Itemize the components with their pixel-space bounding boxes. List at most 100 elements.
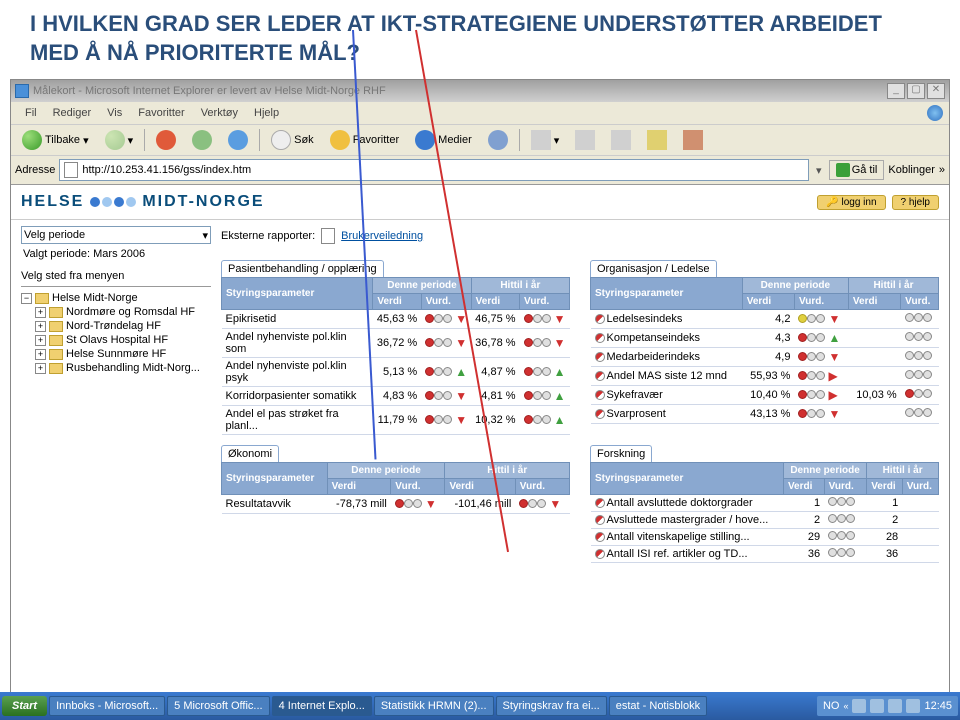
login-button[interactable]: 🔑 logg inn xyxy=(817,195,885,210)
folder-icon xyxy=(49,307,63,318)
status-ring-icon xyxy=(595,549,605,559)
tree-item[interactable]: +St Olavs Hospital HF xyxy=(35,333,211,347)
favorites-button[interactable]: Favoritter xyxy=(323,127,406,153)
period-select[interactable]: Velg periode ▾ xyxy=(21,226,211,244)
close-button[interactable]: ✕ xyxy=(927,83,945,99)
status-ring-icon xyxy=(595,515,605,525)
taskbar: Start Innboks - Microsoft... 5 Microsoft… xyxy=(0,692,960,720)
titlebar: Målekort - Microsoft Internet Explorer e… xyxy=(11,80,949,102)
links-chevron-icon[interactable]: » xyxy=(939,164,945,176)
print-button[interactable] xyxy=(568,127,602,153)
section-title: Pasientbehandling / opplæring xyxy=(221,260,384,277)
maximize-button[interactable]: ▢ xyxy=(907,83,925,99)
table-row[interactable]: Resultatavvik-78,73 mill ▼-101,46 mill ▼ xyxy=(222,495,570,514)
clock[interactable]: 12:45 xyxy=(924,700,952,712)
task-btn[interactable]: estat - Notisblokk xyxy=(609,696,707,716)
table-row[interactable]: Antall ISI ref. artikler og TD...3636 xyxy=(591,546,939,563)
table-row[interactable]: Andel MAS siste 12 mnd55,93 % ▶ xyxy=(591,367,939,386)
status-ring-icon xyxy=(595,532,605,542)
brand-bar: HELSE MIDT-NORGE 🔑 logg inn ? hjelp xyxy=(11,185,949,220)
menu-hjelp[interactable]: Hjelp xyxy=(246,105,287,121)
org-rows: Ledelsesindeks4,2 ▼Kompetanseindeks4,3 ▲… xyxy=(591,310,939,424)
table-row[interactable]: Avsluttede mastergrader / hove...22 xyxy=(591,512,939,529)
search-button[interactable]: Søk xyxy=(264,127,321,153)
minimize-button[interactable]: _ xyxy=(887,83,905,99)
tree-item[interactable]: +Nordmøre og Romsdal HF xyxy=(35,305,211,319)
stop-button[interactable] xyxy=(149,127,183,153)
menu-fil[interactable]: Fil xyxy=(17,105,45,121)
folder-icon xyxy=(35,293,49,304)
start-button[interactable]: Start xyxy=(2,696,47,716)
menu-rediger[interactable]: Rediger xyxy=(45,105,100,121)
folder-icon xyxy=(49,335,63,346)
tree-item[interactable]: +Nord-Trøndelag HF xyxy=(35,319,211,333)
menubar: Fil Rediger Vis Favoritter Verktøy Hjelp xyxy=(11,102,949,125)
tray-icon[interactable] xyxy=(852,699,866,713)
section-title: Organisasjon / Ledelse xyxy=(590,260,717,277)
period-value: Valgt periode: Mars 2006 xyxy=(21,246,211,268)
go-button[interactable]: Gå til xyxy=(829,160,885,180)
task-btn[interactable]: Innboks - Microsoft... xyxy=(49,696,165,716)
table-row[interactable]: Sykefravær10,40 % ▶10,03 % xyxy=(591,386,939,405)
tree-item-root[interactable]: −Helse Midt-Norge xyxy=(21,291,211,305)
brand-helse: HELSE xyxy=(21,193,84,211)
help-button[interactable]: ? hjelp xyxy=(892,195,939,210)
mail-button[interactable]: ▾ xyxy=(524,127,567,153)
table-row[interactable]: Andel nyhenviste pol.klin som36,72 % ▼36… xyxy=(222,329,570,358)
table-row[interactable]: Andel el pas strøket fra planl...11,79 %… xyxy=(222,406,570,435)
table-row[interactable]: Antall vitenskapelige stilling...2928 xyxy=(591,529,939,546)
home-button[interactable] xyxy=(221,127,255,153)
table-row[interactable]: Andel nyhenviste pol.klin psyk5,13 % ▲4,… xyxy=(222,358,570,387)
panel-org: Organisasjon / Ledelse Styringsparameter… xyxy=(590,260,939,435)
tree-header: Velg sted fra menyen xyxy=(21,268,211,287)
tree-item[interactable]: +Helse Sunnmøre HF xyxy=(35,347,211,361)
history-button[interactable] xyxy=(481,127,515,153)
task-btn[interactable]: Statistikk HRMN (2)... xyxy=(374,696,494,716)
table-row[interactable]: Medarbeiderindeks4,9 ▼ xyxy=(591,348,939,367)
folder-icon xyxy=(49,349,63,360)
task-btn[interactable]: Styringskrav fra ei... xyxy=(496,696,607,716)
location-tree: −Helse Midt-Norge +Nordmøre og Romsdal H… xyxy=(21,291,211,375)
menu-verktoy[interactable]: Verktøy xyxy=(193,105,246,121)
table-row[interactable]: Kompetanseindeks4,3 ▲ xyxy=(591,329,939,348)
table-row[interactable]: Epikrisetid45,63 % ▼46,75 % ▼ xyxy=(222,310,570,329)
tray-icon[interactable] xyxy=(870,699,884,713)
task-btn[interactable]: 5 Microsoft Offic... xyxy=(167,696,269,716)
status-ring-icon xyxy=(595,498,605,508)
menu-vis[interactable]: Vis xyxy=(99,105,130,121)
table-row[interactable]: Svarprosent43,13 % ▼ xyxy=(591,405,939,424)
folder-icon xyxy=(49,321,63,332)
brand-logo-icon xyxy=(90,197,136,207)
refresh-button[interactable] xyxy=(185,127,219,153)
tray-icon[interactable] xyxy=(888,699,902,713)
research-button[interactable] xyxy=(676,127,710,153)
media-button[interactable]: Medier xyxy=(408,127,479,153)
address-label: Adresse xyxy=(15,164,55,176)
edit-button[interactable] xyxy=(604,127,638,153)
tree-item[interactable]: +Rusbehandling Midt-Norg... xyxy=(35,361,211,375)
lang-indicator[interactable]: NO xyxy=(823,700,840,712)
brand-midt: MIDT-NORGE xyxy=(142,193,264,211)
back-button[interactable]: Tilbake ▾ xyxy=(15,127,96,153)
address-dropdown[interactable]: ▾ xyxy=(813,164,825,177)
tray-icon[interactable] xyxy=(906,699,920,713)
menu-favoritter[interactable]: Favoritter xyxy=(130,105,192,121)
discuss-button[interactable] xyxy=(640,127,674,153)
left-panel: Velg periode ▾ Valgt periode: Mars 2006 … xyxy=(21,226,211,563)
toolbar: Tilbake ▾ ▾ Søk Favoritter Medier ▾ xyxy=(11,125,949,156)
table-row[interactable]: Ledelsesindeks4,2 ▼ xyxy=(591,310,939,329)
section-title: Forskning xyxy=(590,445,652,462)
go-arrow-icon xyxy=(836,163,850,177)
forskning-rows: Antall avsluttede doktorgrader11Avslutte… xyxy=(591,495,939,563)
system-tray[interactable]: NO « 12:45 xyxy=(817,696,958,716)
panel-okonomi: Økonomi StyringsparameterDenne periodeHi… xyxy=(221,445,570,563)
status-ring-icon xyxy=(595,390,605,400)
task-btn-active[interactable]: 4 Internet Explo... xyxy=(272,696,372,716)
links-label[interactable]: Koblinger xyxy=(888,164,934,176)
page-icon xyxy=(64,162,78,178)
forward-button[interactable]: ▾ xyxy=(98,127,141,153)
table-row[interactable]: Korridorpasienter somatikk4,83 % ▼4,81 %… xyxy=(222,387,570,406)
address-input[interactable]: http://10.253.41.156/gss/index.htm xyxy=(59,159,808,181)
brukerveiledning-link[interactable]: Brukerveiledning xyxy=(341,230,423,242)
table-row[interactable]: Antall avsluttede doktorgrader11 xyxy=(591,495,939,512)
